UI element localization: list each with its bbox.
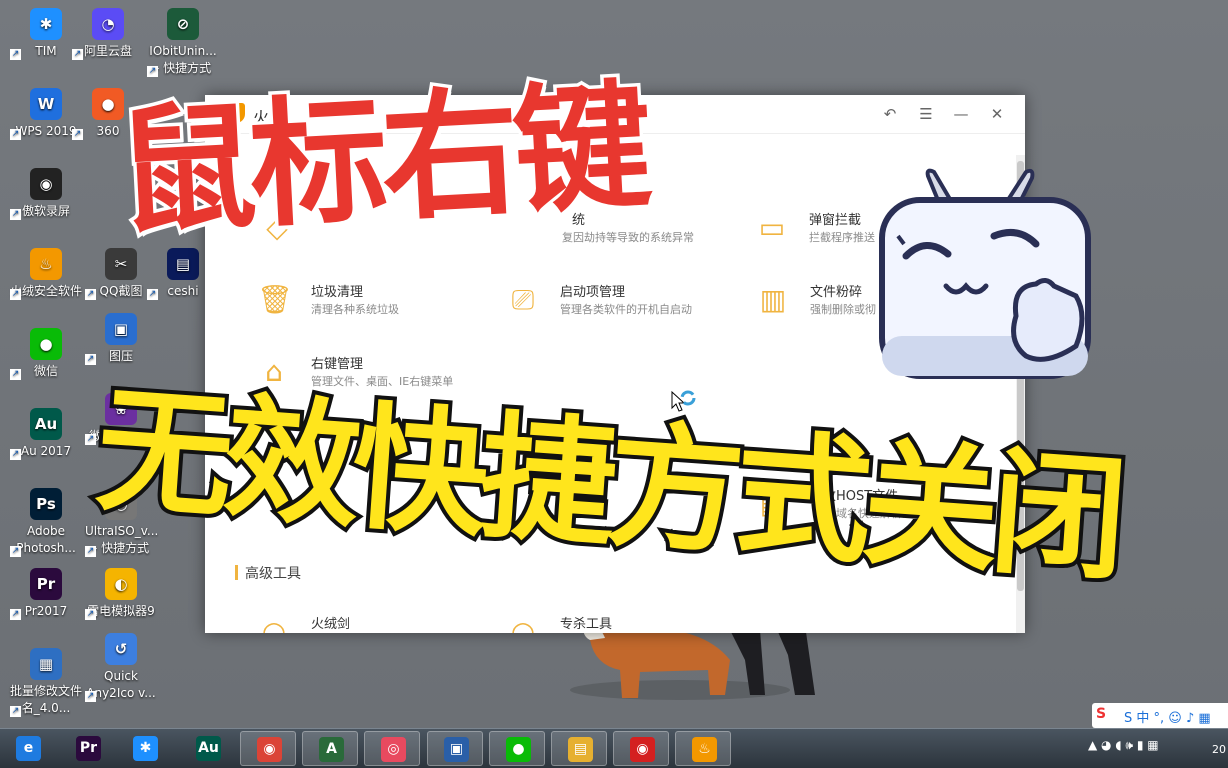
trash-icon: 🗑 [257, 283, 293, 316]
tool-desc: 拦截程序推送 [809, 231, 875, 244]
shortcut-arrow-icon: ↗ [10, 609, 21, 620]
ime-toolbar[interactable]: S S 中 °, ☺ ♪ ▦ [1092, 703, 1228, 728]
desktop-icon[interactable]: ● ↗ 微信 [10, 328, 82, 380]
app-icon: ▦ [30, 648, 62, 680]
monitor-icon: ⎚ [511, 283, 535, 316]
shortcut-arrow-icon: ↗ [10, 706, 21, 717]
desktop-icon[interactable]: Au ↗ Au 2017 [10, 408, 82, 460]
shortcut-arrow-icon: ↗ [10, 369, 21, 380]
desktop-icon[interactable]: ▦ ↗ 批量修改文件名_4.0... [10, 648, 82, 717]
app-icon: ✱ [30, 8, 62, 40]
menu-icon[interactable]: ☰ [915, 103, 937, 125]
app-icon: W [30, 88, 62, 120]
premiere-icon: Pr [76, 736, 101, 761]
notepad-icon: A [319, 737, 344, 762]
taskbar: e Pr ✱ Au ◉ A ◎ ▣ ● ▤ ◉ ♨ ▲ ◕ ◖ 🕪 ▮ ▦ 20 [0, 728, 1228, 768]
screen-icon: ▣ [444, 737, 469, 762]
wechat-icon: ● [506, 737, 531, 762]
shortcut-arrow-icon: ↗ [10, 129, 21, 140]
desktop-icon[interactable]: Pr ↗ Pr2017 [10, 568, 82, 620]
overlay-top-text: 鼠标右键 [110, 62, 653, 257]
desktop-icon[interactable]: Ps ↗ Adobe Photosh... [10, 488, 82, 557]
ie-icon: e [16, 736, 41, 761]
taskbar-button-screen[interactable]: ▣ [427, 731, 483, 766]
desktop-icon[interactable]: ◉ ↗ 傲软录屏 [10, 168, 82, 220]
tool-desc: 清理各种系统垃圾 [311, 303, 399, 316]
shortcut-arrow-icon: ↗ [10, 49, 21, 60]
app-icon: Pr [30, 568, 62, 600]
app-icon: ♨ [30, 248, 62, 280]
close-button[interactable]: ✕ [986, 103, 1008, 125]
tool-name: 垃圾清理 [311, 285, 364, 300]
audition-icon: Au [196, 736, 221, 761]
explorer-icon: ▤ [568, 737, 593, 762]
bilibili-mascot-icon [879, 168, 1091, 379]
taskbar-button-huorong[interactable]: ♨ [675, 731, 731, 766]
taskbar-button-notepad[interactable]: A [302, 731, 358, 766]
system-tray[interactable]: ▲ ◕ ◖ 🕪 ▮ ▦ [1088, 738, 1159, 753]
huorong-icon: ♨ [692, 737, 717, 762]
minimize-button[interactable]: — [950, 103, 972, 125]
clock[interactable]: 20 [1212, 743, 1226, 756]
tool-junk-clean[interactable]: 🗑 垃圾清理 清理各种系统垃圾 [257, 279, 507, 329]
shortcut-arrow-icon: ↗ [147, 289, 158, 300]
shortcut-arrow-icon: ↗ [10, 546, 21, 557]
tool-desc: 强制删除或彻 [810, 303, 876, 316]
tool-name: 文件粉碎 [810, 285, 863, 300]
chrome-icon: ◉ [257, 737, 282, 762]
tool-name: 右键管理 [311, 357, 364, 372]
shortcut-arrow-icon: ↗ [72, 129, 83, 140]
tim-icon: ✱ [133, 736, 158, 761]
desktop-icon[interactable]: ◔ ↗ 阿里云盘 [72, 8, 144, 60]
app-icon: ● [30, 328, 62, 360]
app-icon: Au [30, 408, 62, 440]
shortcut-arrow-icon: ↗ [85, 354, 96, 365]
app-icon: ◉ [30, 168, 62, 200]
ime-status[interactable]: S 中 °, ☺ ♪ ▦ [1124, 707, 1211, 726]
shortcut-arrow-icon: ↗ [85, 434, 96, 445]
taskbar-button-audition[interactable]: Au [180, 731, 236, 766]
desktop-icon[interactable]: ⊘ ↗ IObitUnin... - 快捷方式 [147, 8, 219, 77]
tool-name: 启动项管理 [560, 285, 626, 300]
app-icon: ⊘ [167, 8, 199, 40]
taskbar-button-chrome[interactable]: ◉ [240, 731, 296, 766]
taskbar-button-recorder[interactable]: ◉ [613, 731, 669, 766]
shortcut-arrow-icon: ↗ [10, 449, 21, 460]
sogou-icon: S [1096, 706, 1107, 722]
back-icon[interactable]: ↶ [879, 103, 901, 125]
app-icon: Ps [30, 488, 62, 520]
360browser-icon: ◎ [381, 737, 406, 762]
taskbar-button-wechat[interactable]: ● [489, 731, 545, 766]
popup-icon: ▭ [758, 211, 786, 244]
tool-desc: 管理各类软件的开机自启动 [560, 303, 692, 316]
taskbar-button-ie[interactable]: e [0, 731, 56, 766]
shortcut-arrow-icon: ↗ [10, 209, 21, 220]
taskbar-button-premiere[interactable]: Pr [60, 731, 116, 766]
overlay-title-top: 鼠标右键 [110, 42, 733, 289]
app-icon: ▣ [105, 313, 137, 345]
taskbar-button-360browser[interactable]: ◎ [364, 731, 420, 766]
taskbar-button-tim[interactable]: ✱ [117, 731, 173, 766]
tool-name: 弹窗拦截 [809, 213, 862, 228]
shortcut-arrow-icon: ↗ [85, 691, 96, 702]
recorder-icon: ◉ [630, 737, 655, 762]
taskbar-button-explorer[interactable]: ▤ [551, 731, 607, 766]
shortcut-arrow-icon: ↗ [10, 289, 21, 300]
app-icon: ◔ [92, 8, 124, 40]
tool-startup-manager[interactable]: ⎚ 启动项管理 管理各类软件的开机自启动 [506, 279, 756, 329]
shredder-icon: ▥ [759, 283, 787, 316]
shortcut-arrow-icon: ↗ [85, 289, 96, 300]
desktop-icon[interactable]: ♨ ↗ 火绒安全软件 [10, 248, 82, 300]
shortcut-arrow-icon: ↗ [72, 49, 83, 60]
